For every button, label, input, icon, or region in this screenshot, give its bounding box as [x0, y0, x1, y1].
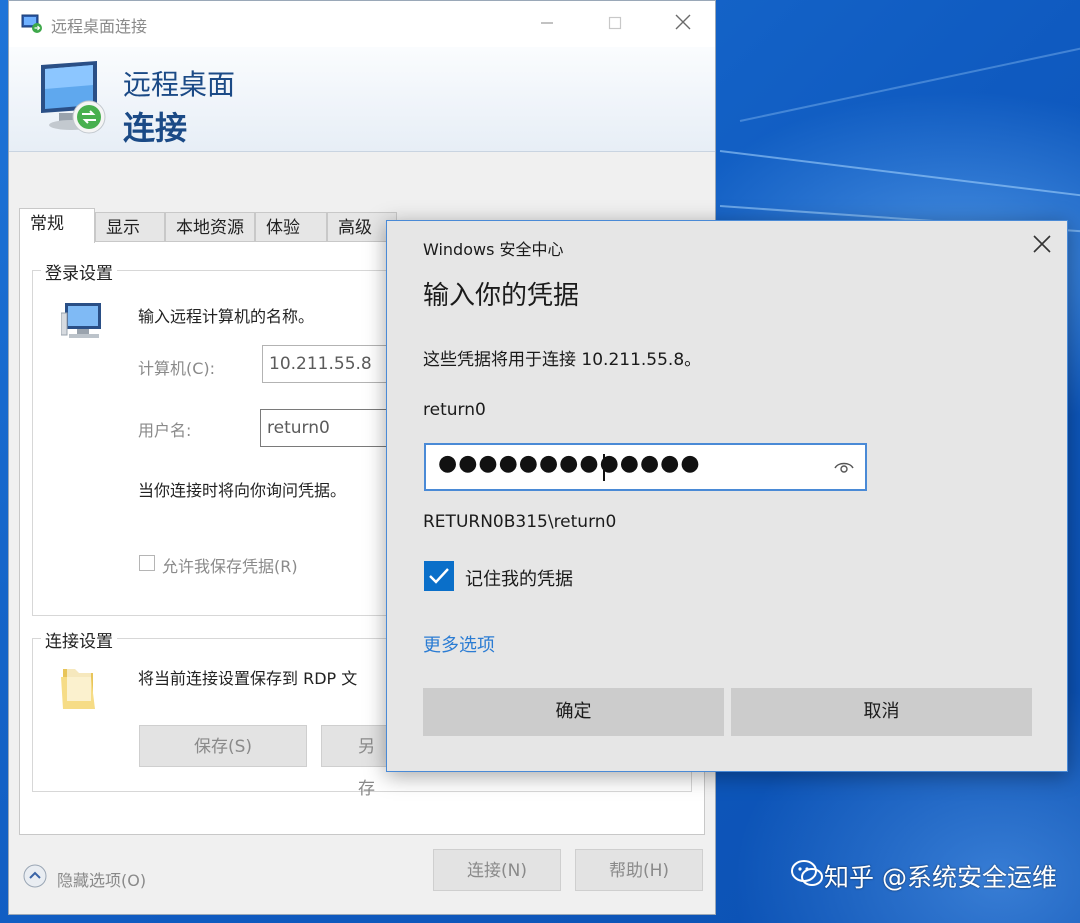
- checkmark-icon: [429, 568, 449, 584]
- dialog-title: Windows 安全中心: [423, 240, 564, 259]
- monitor-connection-icon: [41, 61, 106, 134]
- banner-title-line1: 远程桌面: [123, 68, 236, 101]
- cancel-button[interactable]: 取消: [731, 688, 1032, 736]
- password-input[interactable]: ●●●●●●●●●●●●●: [424, 443, 867, 491]
- text-caret: [603, 454, 605, 481]
- computer-label: 计算机(C):: [138, 359, 216, 378]
- help-button[interactable]: 帮助(H): [575, 849, 703, 891]
- tab-experience[interactable]: 体验: [255, 212, 327, 242]
- hide-options-link[interactable]: 隐藏选项(O): [57, 867, 146, 891]
- folder-icon: [61, 667, 95, 709]
- login-instruction: 输入远程计算机的名称。: [138, 307, 315, 326]
- remember-credentials-label[interactable]: 记住我的凭据: [465, 565, 573, 591]
- watermark-text: 知乎 @系统安全运维: [824, 863, 1057, 892]
- wechat-icon: [791, 860, 823, 886]
- save-button[interactable]: 保存(S): [139, 725, 307, 767]
- tab-local-resources[interactable]: 本地资源: [165, 212, 255, 242]
- username-field[interactable]: return0: [260, 409, 400, 447]
- connection-settings-legend: 连接设置: [41, 627, 117, 652]
- login-settings-legend: 登录设置: [41, 259, 117, 284]
- banner-title-line2: 连接: [123, 109, 188, 147]
- connect-button[interactable]: 连接(N): [433, 849, 561, 891]
- close-icon[interactable]: [1031, 233, 1053, 255]
- username-label: 用户名:: [138, 421, 192, 440]
- computer-icon: [61, 303, 101, 338]
- minimize-icon: [541, 22, 553, 24]
- dialog-heading: 输入你的凭据: [423, 281, 580, 311]
- more-options-link[interactable]: 更多选项: [423, 631, 495, 657]
- maximize-button[interactable]: [595, 7, 635, 39]
- dialog-description: 这些凭据将用于连接 10.211.55.8。: [423, 350, 702, 370]
- tab-display[interactable]: 显示: [95, 212, 165, 242]
- tab-general[interactable]: 常规: [19, 208, 95, 243]
- credential-prompt-text: 当你连接时将向你询问凭据。: [138, 481, 347, 500]
- close-icon: [675, 14, 691, 30]
- minimize-button[interactable]: [527, 7, 567, 39]
- domain-user-text: RETURN0B315\return0: [423, 512, 617, 532]
- password-value: ●●●●●●●●●●●●●: [438, 451, 701, 476]
- dialog-username: return0: [423, 400, 486, 420]
- connection-settings-text: 将当前连接设置保存到 RDP 文: [138, 669, 358, 688]
- rdp-titlebar: 远程桌面连接: [9, 1, 715, 47]
- save-as-button[interactable]: 另存: [321, 725, 391, 799]
- save-credentials-checkbox[interactable]: [139, 555, 155, 571]
- rdp-app-icon: [21, 14, 42, 33]
- remember-credentials-checkbox[interactable]: [424, 561, 454, 591]
- ok-button[interactable]: 确定: [423, 688, 724, 736]
- credential-dialog: Windows 安全中心 输入你的凭据 这些凭据将用于连接 10.211.55.…: [386, 220, 1068, 772]
- close-button[interactable]: [663, 7, 703, 39]
- reveal-password-eye-icon[interactable]: [833, 459, 855, 475]
- chevron-up-circle-icon[interactable]: [23, 864, 47, 888]
- computer-field[interactable]: 10.211.55.8: [262, 345, 402, 383]
- maximize-icon: [608, 16, 622, 30]
- save-credentials-label: 允许我保存凭据(R): [162, 557, 298, 576]
- window-title: 远程桌面连接: [51, 17, 148, 36]
- rdp-banner: 远程桌面 连接: [9, 47, 715, 152]
